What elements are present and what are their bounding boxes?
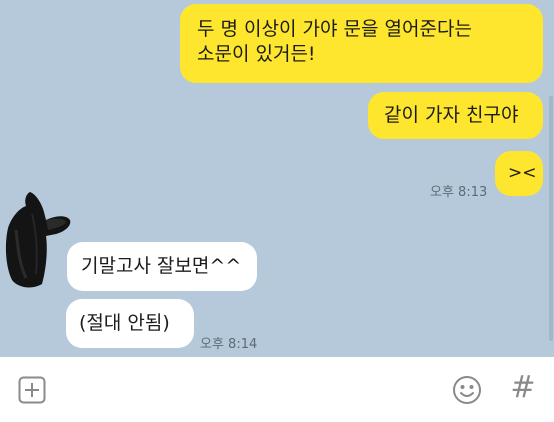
incoming-message[interactable]: 기말고사 잘보면^^ (67, 242, 257, 291)
message-list[interactable]: 두 명 이상이 가야 문을 열어준다는 소문이 있거든! 같이 가자 친구야 >… (0, 0, 554, 357)
input-bar: # (0, 357, 554, 422)
outgoing-message[interactable]: >< (495, 151, 543, 196)
incoming-message[interactable]: (절대 안됨) (66, 299, 194, 348)
chat-screen: 두 명 이상이 가야 문을 열어준다는 소문이 있거든! 같이 가자 친구야 >… (0, 0, 554, 422)
message-timestamp: 오후 8:13 (430, 185, 488, 200)
avatar-image (5, 192, 71, 288)
plus-icon[interactable] (18, 376, 46, 404)
outgoing-message[interactable]: 두 명 이상이 가야 문을 열어준다는 소문이 있거든! (180, 4, 543, 83)
scrollbar[interactable] (549, 96, 553, 341)
message-line: 소문이 있거든! (197, 43, 316, 65)
outgoing-message[interactable]: 같이 가자 친구야 (368, 92, 543, 139)
avatar[interactable] (2, 190, 72, 290)
emoji-icon[interactable] (452, 375, 482, 405)
message-line: 두 명 이상이 가야 문을 열어준다는 (197, 18, 472, 40)
message-timestamp: 오후 8:14 (200, 337, 258, 352)
hashtag-search-button[interactable]: # (508, 371, 538, 405)
